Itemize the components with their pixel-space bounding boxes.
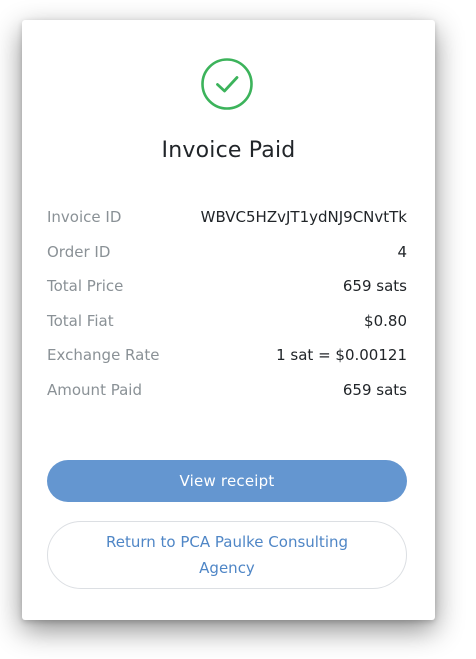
return-to-store-button[interactable]: Return to PCA Paulke Consulting Agency xyxy=(47,521,407,589)
detail-label: Total Fiat xyxy=(47,311,114,330)
detail-label: Amount Paid xyxy=(47,380,142,399)
detail-value: $0.80 xyxy=(364,311,407,330)
page-title: Invoice Paid xyxy=(161,138,296,163)
detail-label: Invoice ID xyxy=(47,208,122,227)
detail-value: 659 sats xyxy=(342,380,407,399)
detail-label: Exchange Rate xyxy=(47,346,160,365)
invoice-details: Invoice ID WBVC5HZvJT1ydNJ9CNvtTk Order … xyxy=(47,200,407,407)
detail-row-invoice-id: Invoice ID WBVC5HZvJT1ydNJ9CNvtTk xyxy=(47,200,407,235)
check-circle-icon xyxy=(200,57,254,111)
detail-label: Order ID xyxy=(47,242,111,261)
detail-value: WBVC5HZvJT1ydNJ9CNvtTk xyxy=(200,208,407,227)
detail-value: 4 xyxy=(397,242,407,261)
invoice-card: Invoice Paid Invoice ID WBVC5HZvJT1ydNJ9… xyxy=(22,20,435,620)
detail-value: 1 sat = $0.00121 xyxy=(276,346,407,365)
detail-row-order-id: Order ID 4 xyxy=(47,235,407,270)
detail-label: Total Price xyxy=(47,277,124,296)
detail-row-total-fiat: Total Fiat $0.80 xyxy=(47,304,407,339)
detail-row-amount-paid: Amount Paid 659 sats xyxy=(47,373,407,408)
detail-row-exchange-rate: Exchange Rate 1 sat = $0.00121 xyxy=(47,338,407,373)
view-receipt-button[interactable]: View receipt xyxy=(47,460,407,502)
detail-value: 659 sats xyxy=(342,277,407,296)
detail-row-total-price: Total Price 659 sats xyxy=(47,269,407,304)
